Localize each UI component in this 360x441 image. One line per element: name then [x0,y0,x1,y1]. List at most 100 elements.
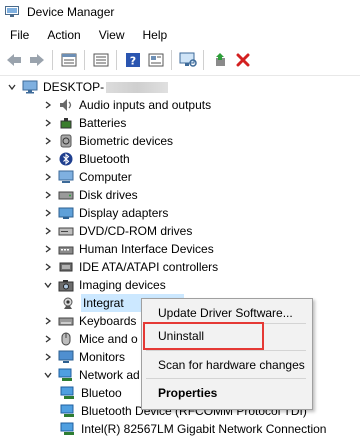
biometric-icon [58,134,74,148]
context-separator [146,350,306,351]
tree-item-label: Mice and o [79,332,138,346]
tree-item-keyboards[interactable]: Keyboards [42,312,136,330]
tree-item-batteries[interactable]: Batteries [42,114,126,132]
tree-item-label: Computer [79,170,132,184]
battery-icon [58,116,74,130]
menu-view[interactable]: View [91,28,133,42]
toolbar-separator [203,50,204,70]
tree-root-label: DESKTOP- [43,80,105,94]
tree-item-net-intel[interactable]: Intel(R) 82567LM Gigabit Network Connect… [60,420,326,438]
add-driver-icon[interactable] [211,51,229,69]
chevron-right-icon[interactable] [42,243,54,255]
menu-bar: File Action View Help [0,25,360,45]
webcam-icon [60,296,76,310]
tree-item-biometric[interactable]: Biometric devices [42,132,173,150]
tree-item-label: Bluetooth [79,152,130,166]
context-scan[interactable]: Scan for hardware changes [158,358,305,372]
tree-item-ide[interactable]: IDE ATA/ATAPI controllers [42,258,218,276]
chevron-right-icon[interactable] [42,171,54,183]
scan-icon[interactable] [179,51,197,69]
chevron-right-icon[interactable] [42,189,54,201]
toolbar-separator [84,50,85,70]
ide-icon [58,260,74,274]
network-adapter-icon [60,386,76,400]
tree-item-label: DVD/CD-ROM drives [79,224,193,238]
menu-help[interactable]: Help [135,28,176,42]
context-update-driver[interactable]: Update Driver Software... [158,306,293,320]
tree-item-label: Display adapters [79,206,169,220]
hid-icon [58,242,74,256]
tree-item-imaging[interactable]: Imaging devices [42,276,166,294]
camera-icon [58,278,74,292]
toolbar: ? [0,45,360,76]
toolbar-separator [52,50,53,70]
monitor-icon [58,350,74,364]
network-adapter-icon [60,422,76,436]
tree-item-label: Disk drives [79,188,138,202]
chevron-right-icon[interactable] [42,135,54,147]
speaker-icon [58,98,74,112]
chevron-right-icon[interactable] [42,99,54,111]
menu-action[interactable]: Action [39,28,88,42]
tree-item-label: Imaging devices [79,278,166,292]
chevron-down-icon[interactable] [42,369,54,381]
network-icon [58,368,74,382]
tree-item-label: Human Interface Devices [79,242,214,256]
chevron-right-icon[interactable] [42,153,54,165]
tree-item-computer[interactable]: Computer [42,168,132,186]
chevron-right-icon[interactable] [42,315,54,327]
uninstall-highlight [143,322,264,350]
tree-item-network[interactable]: Network ad [42,366,140,384]
dvd-icon [58,224,74,238]
disk-icon [58,188,74,202]
device-manager-icon [5,6,19,18]
context-menu: Update Driver Software... Uninstall Scan… [141,298,313,410]
chevron-right-icon[interactable] [42,225,54,237]
menu-file[interactable]: File [2,28,37,42]
toolbar-separator [116,50,117,70]
tree-item-label: Biometric devices [79,134,174,148]
tree-item-monitors[interactable]: Monitors [42,348,125,366]
keyboard-icon [58,314,74,328]
tree-item-dvd[interactable]: DVD/CD-ROM drives [42,222,192,240]
tree-item-mice[interactable]: Mice and o [42,330,138,348]
display-icon [58,206,74,220]
tree-item-audio[interactable]: Audio inputs and outputs [42,96,211,114]
title-bar: Device Manager [0,0,360,24]
tree-item-disk[interactable]: Disk drives [42,186,138,204]
update-icon[interactable] [147,51,165,69]
tree-item-label: Batteries [79,116,127,130]
bluetooth-icon [58,152,74,166]
network-adapter-icon [60,404,76,418]
tree-item-bluetooth[interactable]: Bluetooth [42,150,130,168]
chevron-right-icon[interactable] [42,117,54,129]
mouse-icon [58,332,74,346]
context-properties[interactable]: Properties [158,386,217,400]
svg-text:?: ? [130,55,136,68]
properties-icon[interactable] [60,51,78,69]
list-icon[interactable] [92,51,110,69]
tree-item-net-bluetooth-pan[interactable]: Bluetoo [60,384,122,402]
tree-item-label: Monitors [79,350,126,364]
chevron-down-icon[interactable] [42,279,54,291]
computer-icon [22,80,38,94]
chevron-down-icon[interactable] [6,81,18,93]
window-title: Device Manager [27,5,115,19]
chevron-right-icon[interactable] [42,261,54,273]
tree-item-label: Audio inputs and outputs [79,98,212,112]
tree-item-display[interactable]: Display adapters [42,204,168,222]
chevron-right-icon[interactable] [42,333,54,345]
tree-root[interactable]: DESKTOP- [6,78,169,96]
chevron-right-icon[interactable] [42,207,54,219]
forward-icon[interactable] [28,51,46,69]
help-icon[interactable]: ? [124,51,142,69]
back-icon[interactable] [5,51,23,69]
computer-icon [58,170,74,184]
tree-item-hid[interactable]: Human Interface Devices [42,240,214,258]
tree-item-label: Keyboards [79,314,137,328]
context-separator [146,378,306,379]
chevron-right-icon[interactable] [42,351,54,363]
uninstall-icon[interactable] [234,51,252,69]
tree-item-label: IDE ATA/ATAPI controllers [79,260,219,274]
tree-item-label: Intel(R) 82567LM Gigabit Network Connect… [81,422,327,436]
